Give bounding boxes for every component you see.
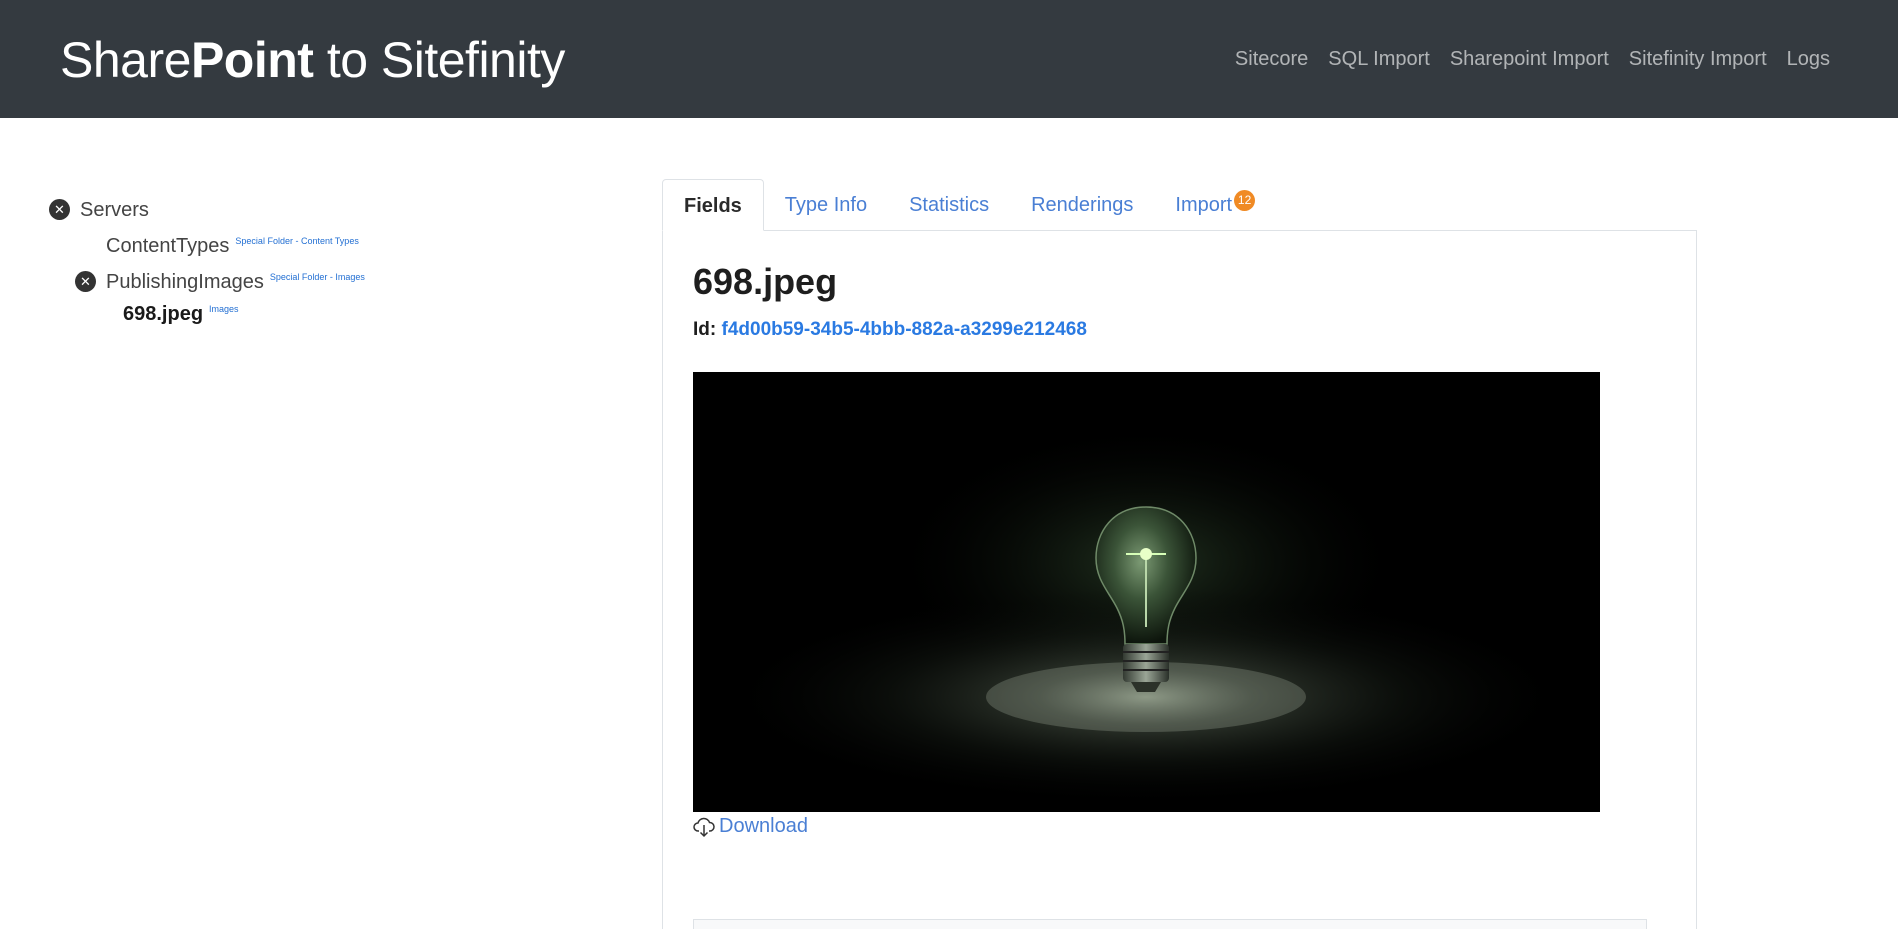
collapse-icon[interactable]: ✕ [75,271,96,292]
tree-node-file[interactable]: 698.jpeg Images [123,300,239,328]
fields-table-top [693,919,1647,929]
item-id-label: Id: [693,319,717,340]
tree-node-servers[interactable]: ✕ Servers [49,196,149,224]
collapse-icon[interactable]: ✕ [49,199,70,220]
tree-node-tag: Special Folder - Content Types [235,236,359,246]
tree-node-tag: Images [209,304,239,314]
tree-node-label[interactable]: Servers [80,196,149,224]
download-link[interactable]: Download [693,815,808,838]
lightbulb-image [693,372,1600,812]
import-count-badge: 12 [1234,190,1256,211]
tab-import[interactable]: Import 12 [1154,179,1256,231]
tab-statistics[interactable]: Statistics [888,179,1010,231]
image-preview [693,372,1600,812]
tab-import-label: Import [1175,194,1233,216]
nav-sql-import[interactable]: SQL Import [1328,46,1430,72]
nav-sitecore[interactable]: Sitecore [1235,46,1308,72]
fields-panel: 698.jpeg Id: f4d00b59-34b5-4bbb-882a-a32… [662,230,1697,929]
brand-text-point: Point [190,32,314,88]
download-label[interactable]: Download [719,815,808,838]
nav-logs[interactable]: Logs [1787,46,1830,72]
tree-node-label[interactable]: 698.jpeg [123,300,203,328]
detail-tabs: Fields Type Info Statistics Renderings I… [662,179,1256,231]
item-id-link[interactable]: f4d00b59-34b5-4bbb-882a-a3299e212468 [722,319,1087,340]
tree-node-tag: Special Folder - Images [269,272,365,282]
tab-fields[interactable]: Fields [662,179,764,231]
tree-node-label[interactable]: PublishingImages [106,268,264,296]
tree-node-label[interactable]: ContentTypes [106,232,229,260]
tree-node-contenttypes[interactable]: ContentTypes Special Folder - Content Ty… [106,232,359,260]
item-title: 698.jpeg [693,261,838,302]
nav-sharepoint-import[interactable]: Sharepoint Import [1450,46,1609,72]
top-navbar: SharePoint to Sitefinity Sitecore SQL Im… [0,0,1898,118]
nav-sitefinity-import[interactable]: Sitefinity Import [1629,46,1767,72]
item-id-line: Id: f4d00b59-34b5-4bbb-882a-a3299e212468 [693,319,1087,341]
brand-text-share: Share [60,32,191,88]
main-nav: Sitecore SQL Import Sharepoint Import Si… [1235,46,1830,72]
tab-renderings[interactable]: Renderings [1010,179,1154,231]
brand-logo[interactable]: SharePoint to Sitefinity [60,28,565,92]
brand-text-sitefinity: to Sitefinity [313,32,566,88]
tree-node-publishingimages[interactable]: ✕ PublishingImages Special Folder - Imag… [75,268,365,296]
tab-type-info[interactable]: Type Info [764,179,888,231]
cloud-download-icon [693,817,715,837]
